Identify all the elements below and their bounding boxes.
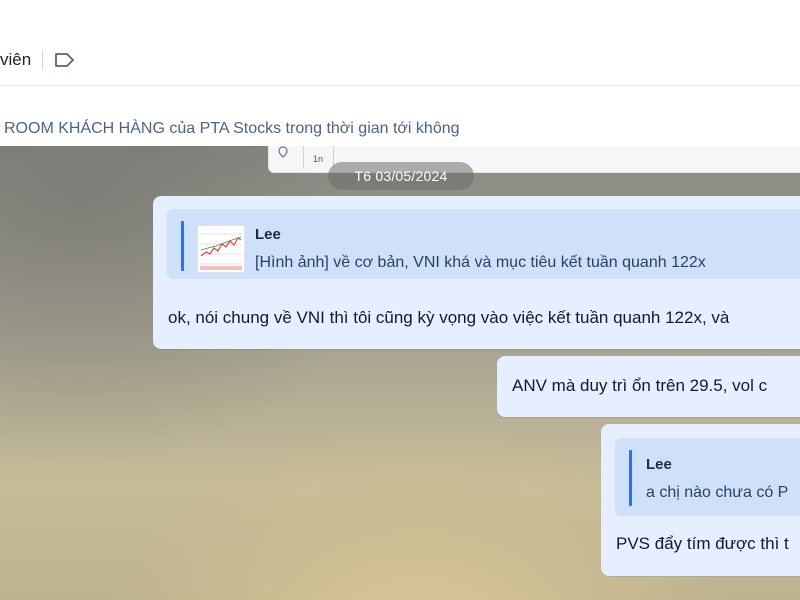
- message-bubble[interactable]: Lee [Hình ảnh] về cơ bản, VNI khá và mục…: [153, 196, 800, 349]
- pinned-message-text: ROOM KHÁCH HÀNG của PTA Stocks trong thờ…: [4, 120, 460, 137]
- location-icon: [277, 146, 289, 161]
- quoted-message[interactable]: Lee [Hình ảnh] về cơ bản, VNI khá và mục…: [167, 209, 800, 279]
- quoted-text: [Hình ảnh] về cơ bản, VNI khá và mục tiê…: [255, 254, 706, 271]
- conversation-title[interactable]: viên: [0, 50, 31, 70]
- message-text: PVS đẩy tím được thì t: [616, 534, 789, 553]
- quoted-author: Lee: [646, 456, 672, 473]
- message-bubble[interactable]: Lee a chị nào chưa có P PVS đẩy tím được…: [601, 424, 800, 576]
- pinned-message[interactable]: ROOM KHÁCH HÀNG của PTA Stocks trong thờ…: [0, 86, 800, 146]
- quote-bar: [629, 450, 632, 506]
- date-separator: T6 03/05/2024: [328, 162, 474, 190]
- quote-bar: [181, 221, 184, 271]
- chat-area[interactable]: 1n T6 03/05/2024 Lee [Hình ảnh] về cơ bả…: [0, 146, 800, 600]
- axis-label: 1n: [313, 154, 324, 164]
- quoted-message[interactable]: Lee a chị nào chưa có P: [615, 438, 800, 516]
- message-bubble[interactable]: ANV mà duy trì ổn trên 29.5, vol c: [497, 356, 800, 417]
- quoted-author: Lee: [255, 226, 281, 243]
- divider: [303, 146, 304, 168]
- message-text: ok, nói chung về VNI thì tôi cũng kỳ vọn…: [168, 308, 730, 327]
- quoted-text: a chị nào chưa có P: [646, 484, 789, 501]
- tag-icon[interactable]: [54, 51, 76, 69]
- quoted-image-thumbnail[interactable]: [197, 225, 245, 273]
- chat-header: viên: [0, 0, 800, 86]
- message-text: ANV mà duy trì ổn trên 29.5, vol c: [512, 376, 768, 395]
- header-divider: [42, 50, 43, 70]
